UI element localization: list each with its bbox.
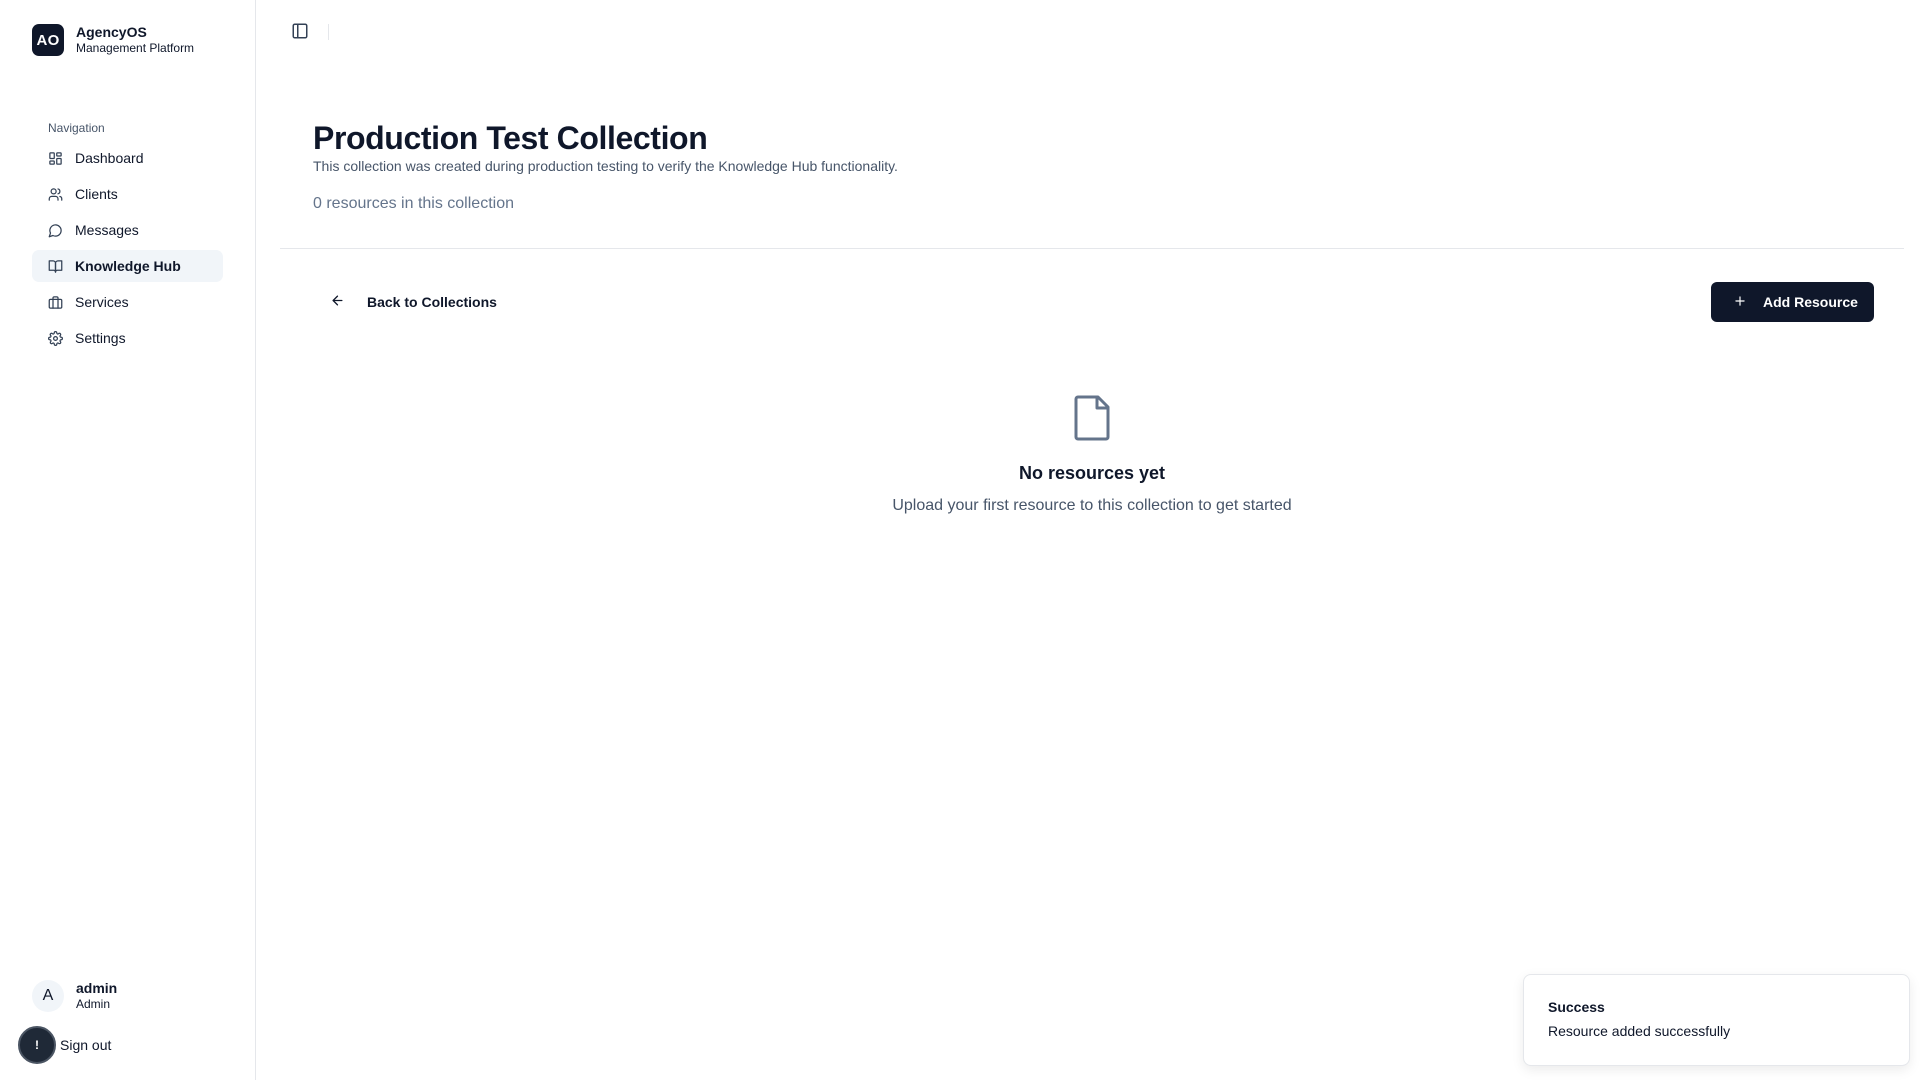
add-resource-label: Add Resource	[1763, 294, 1858, 310]
brand-logo: AO	[32, 24, 64, 56]
resource-count: 0 resources in this collection	[313, 195, 514, 212]
user-text: admin Admin	[76, 980, 117, 1012]
sidebar-item-label: Clients	[75, 186, 118, 202]
page-title: Production Test Collection	[313, 120, 708, 156]
sign-out-label: Sign out	[60, 1037, 112, 1053]
message-icon	[48, 223, 63, 238]
success-toast[interactable]: Success Resource added successfully	[1523, 974, 1910, 1066]
add-resource-button[interactable]: Add Resource	[1711, 282, 1874, 322]
back-button-label: Back to Collections	[367, 294, 497, 310]
brand[interactable]: AO AgencyOS Management Platform	[32, 24, 194, 56]
collection-description: This collection was created during produ…	[313, 158, 898, 174]
plus-icon	[1711, 294, 1763, 311]
gear-icon	[48, 330, 63, 346]
empty-state-subtitle: Upload your first resource to this colle…	[892, 497, 1292, 514]
sign-out-badge: !	[18, 1026, 56, 1064]
sidebar-item-label: Dashboard	[75, 150, 144, 166]
sign-out-button[interactable]: ! Sign out	[18, 1026, 111, 1064]
toast-message: Resource added successfully	[1548, 1023, 1731, 1039]
arrow-left-icon	[330, 293, 367, 311]
users-icon	[48, 187, 63, 202]
sidebar-item-clients[interactable]: Clients	[32, 178, 223, 210]
sidebar: AO AgencyOS Management Platform Navigati…	[0, 0, 256, 1080]
brand-subtitle: Management Platform	[76, 41, 195, 55]
sidebar-item-messages[interactable]: Messages	[32, 214, 223, 246]
sidebar-item-dashboard[interactable]: Dashboard	[32, 142, 223, 174]
topbar-separator	[328, 24, 329, 40]
sidebar-item-label: Messages	[75, 222, 139, 238]
user-profile[interactable]: A admin Admin	[32, 980, 117, 1012]
sidebar-item-label: Knowledge Hub	[75, 258, 181, 274]
brand-name: AgencyOS	[76, 24, 147, 40]
back-to-collections-button[interactable]: Back to Collections	[318, 282, 509, 322]
briefcase-icon	[48, 295, 63, 310]
sidebar-toggle-icon	[291, 23, 309, 44]
book-icon	[48, 259, 63, 274]
toast-title: Success	[1548, 999, 1605, 1015]
nav-section-label: Navigation	[48, 121, 105, 135]
sidebar-item-label: Settings	[75, 330, 126, 346]
sidebar-item-label: Services	[75, 294, 129, 310]
file-icon	[1072, 394, 1112, 442]
header-divider	[280, 248, 1904, 249]
brand-text: AgencyOS Management Platform	[76, 24, 194, 56]
avatar: A	[32, 980, 64, 1012]
sidebar-item-settings[interactable]: Settings	[32, 322, 223, 354]
user-role: Admin	[76, 997, 111, 1011]
sidebar-nav: Dashboard Clients Messages Knowledge Hub…	[32, 142, 223, 358]
sidebar-item-services[interactable]: Services	[32, 286, 223, 318]
empty-state-title: No resources yet	[1018, 463, 1166, 483]
dashboard-icon	[48, 151, 63, 166]
user-name: admin	[76, 980, 118, 996]
sidebar-item-knowledge-hub[interactable]: Knowledge Hub	[32, 250, 223, 282]
sidebar-toggle-button[interactable]	[291, 22, 309, 40]
